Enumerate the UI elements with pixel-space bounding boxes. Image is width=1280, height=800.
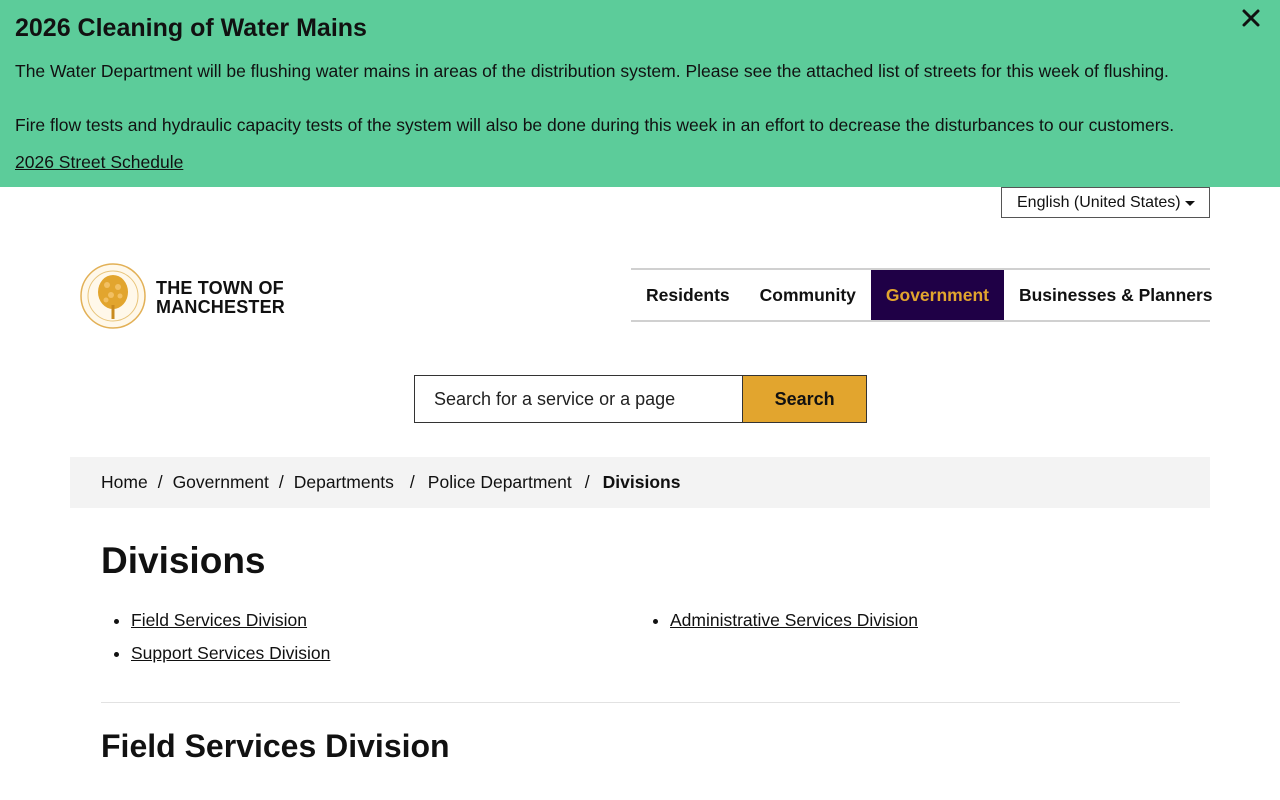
nav-item-community[interactable]: Community [745, 270, 871, 320]
nav-item-businesses-planners[interactable]: Businesses & Planners [1004, 270, 1228, 320]
administrative-services-link[interactable]: Administrative Services Division [670, 610, 918, 630]
divider [101, 702, 1180, 703]
breadcrumb-police-department[interactable]: Police Department [428, 472, 572, 493]
site-logo[interactable]: THE TOWN OF MANCHESTER [80, 263, 290, 331]
alert-title: 2026 Cleaning of Water Mains [15, 14, 367, 42]
page-title: Divisions [101, 540, 266, 581]
alert-paragraph: The Water Department will be flushing wa… [15, 61, 1169, 81]
breadcrumb-home[interactable]: Home [101, 472, 148, 493]
alert-banner: 2026 Cleaning of Water Mains The Water D… [0, 0, 1280, 187]
logo-text: THE TOWN OF MANCHESTER [156, 278, 286, 317]
breadcrumb-current: Divisions [602, 472, 681, 492]
list-item: Field Services Division [131, 610, 330, 631]
breadcrumb-government[interactable]: Government [173, 472, 269, 493]
close-icon[interactable] [1238, 5, 1264, 31]
alert-paragraph: Fire flow tests and hydraulic capacity t… [15, 115, 1175, 135]
divisions-list: Administrative Services Division [670, 610, 918, 643]
breadcrumb: Home / Government / Departments / Police… [70, 457, 1210, 508]
language-select[interactable]: English (United States) [1001, 187, 1210, 218]
breadcrumb-departments[interactable]: Departments [294, 472, 394, 493]
breadcrumb-separator: / [409, 472, 415, 492]
caret-down-icon [1185, 201, 1195, 206]
field-services-link[interactable]: Field Services Division [131, 610, 307, 630]
breadcrumb-separator: / [278, 472, 284, 492]
breadcrumb-separator: / [157, 472, 163, 492]
breadcrumb-separator: / [584, 472, 590, 492]
street-schedule-link[interactable]: 2026 Street Schedule [15, 152, 183, 173]
support-services-link[interactable]: Support Services Division [131, 643, 330, 663]
search-button[interactable]: Search [742, 376, 866, 422]
town-seal-icon [80, 263, 146, 329]
section-title: Field Services Division [101, 728, 450, 764]
nav-item-residents[interactable]: Residents [631, 270, 745, 320]
nav-item-government[interactable]: Government [870, 270, 1004, 320]
list-item: Administrative Services Division [670, 610, 918, 631]
search-input[interactable] [415, 376, 743, 422]
list-item: Support Services Division [131, 643, 330, 664]
main-nav: Residents Community Government Businesse… [631, 268, 1213, 322]
search-form: Search [414, 375, 867, 423]
language-selected-value: English (United States) [1017, 194, 1181, 211]
divisions-list: Field Services Division Support Services… [131, 610, 330, 676]
